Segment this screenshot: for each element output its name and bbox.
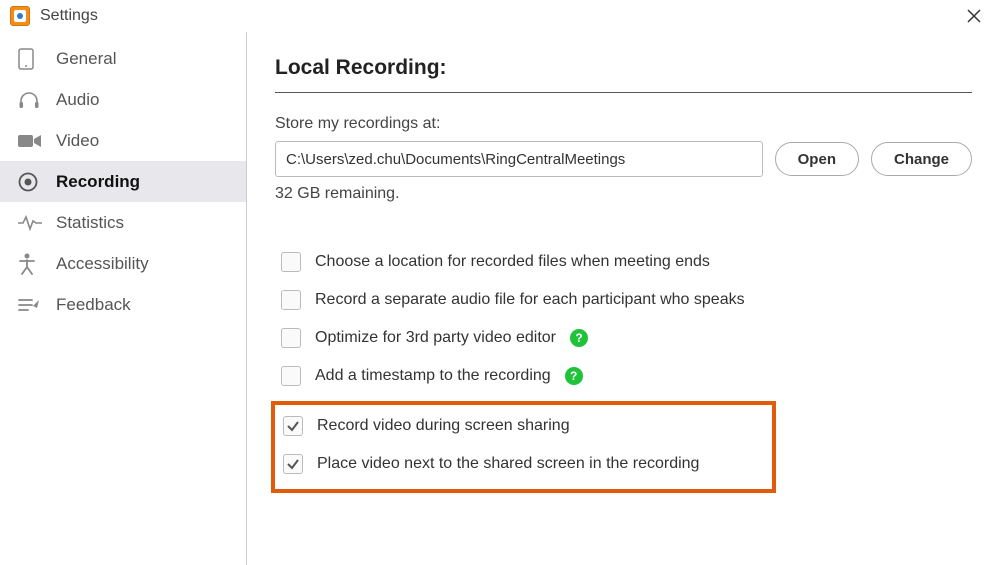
sidebar-item-recording[interactable]: Recording <box>0 161 246 202</box>
close-button[interactable] <box>958 2 990 30</box>
sidebar-item-accessibility[interactable]: Accessibility <box>0 243 246 284</box>
app-icon <box>10 6 30 26</box>
change-button[interactable]: Change <box>871 142 972 176</box>
options-list: Choose a location for recorded files whe… <box>275 243 972 493</box>
window-body: General Audio Video Recording <box>0 32 1000 565</box>
sidebar-item-audio[interactable]: Audio <box>0 79 246 120</box>
help-icon[interactable]: ? <box>565 367 583 385</box>
option-label: Record a separate audio file for each pa… <box>315 291 745 309</box>
option-optimize-3rd-party: Optimize for 3rd party video editor ? <box>275 319 972 357</box>
sidebar-item-general[interactable]: General <box>0 38 246 79</box>
sidebar-item-statistics[interactable]: Statistics <box>0 202 246 243</box>
sidebar-item-label: Recording <box>56 172 140 192</box>
checkbox-place-video-next[interactable] <box>283 454 303 474</box>
sidebar-item-label: Statistics <box>56 213 124 233</box>
sidebar-item-label: Audio <box>56 90 99 110</box>
section-title: Local Recording: <box>275 56 972 93</box>
sidebar-item-feedback[interactable]: Feedback <box>0 284 246 325</box>
feedback-icon <box>18 296 46 314</box>
checkbox-separate-audio[interactable] <box>281 290 301 310</box>
help-icon[interactable]: ? <box>570 329 588 347</box>
titlebar: Settings <box>0 0 1000 32</box>
option-label: Record video during screen sharing <box>317 417 570 435</box>
option-label: Place video next to the shared screen in… <box>317 455 699 473</box>
sidebar-item-label: Video <box>56 131 99 151</box>
headphones-icon <box>18 90 46 110</box>
accessibility-icon <box>18 253 46 275</box>
option-label: Choose a location for recorded files whe… <box>315 253 710 271</box>
record-icon <box>18 172 46 192</box>
option-choose-location: Choose a location for recorded files whe… <box>275 243 972 281</box>
settings-window: Settings General Audio <box>0 0 1000 565</box>
sidebar-item-label: Feedback <box>56 295 131 315</box>
option-label: Optimize for 3rd party video editor <box>315 329 556 347</box>
option-separate-audio: Record a separate audio file for each pa… <box>275 281 972 319</box>
activity-icon <box>18 215 46 231</box>
checkbox-add-timestamp[interactable] <box>281 366 301 386</box>
window-title: Settings <box>40 7 98 25</box>
open-button[interactable]: Open <box>775 142 859 176</box>
video-camera-icon <box>18 133 46 149</box>
store-label: Store my recordings at: <box>275 115 972 133</box>
path-row: Open Change <box>275 141 972 177</box>
sidebar-item-label: General <box>56 49 116 69</box>
sidebar-item-label: Accessibility <box>56 254 149 274</box>
tablet-icon <box>18 48 46 70</box>
main-panel: Local Recording: Store my recordings at:… <box>247 32 1000 565</box>
checkbox-choose-location[interactable] <box>281 252 301 272</box>
option-place-video-next: Place video next to the shared screen in… <box>277 445 770 483</box>
sidebar-item-video[interactable]: Video <box>0 120 246 161</box>
option-record-video-screenshare: Record video during screen sharing <box>277 407 770 445</box>
highlight-box: Record video during screen sharing Place… <box>271 401 776 493</box>
sidebar: General Audio Video Recording <box>0 32 247 565</box>
option-label: Add a timestamp to the recording <box>315 367 551 385</box>
checkbox-optimize-3rd-party[interactable] <box>281 328 301 348</box>
checkbox-record-video-screenshare[interactable] <box>283 416 303 436</box>
option-add-timestamp: Add a timestamp to the recording ? <box>275 357 972 395</box>
recording-path-input[interactable] <box>275 141 763 177</box>
disk-remaining: 32 GB remaining. <box>275 185 972 203</box>
